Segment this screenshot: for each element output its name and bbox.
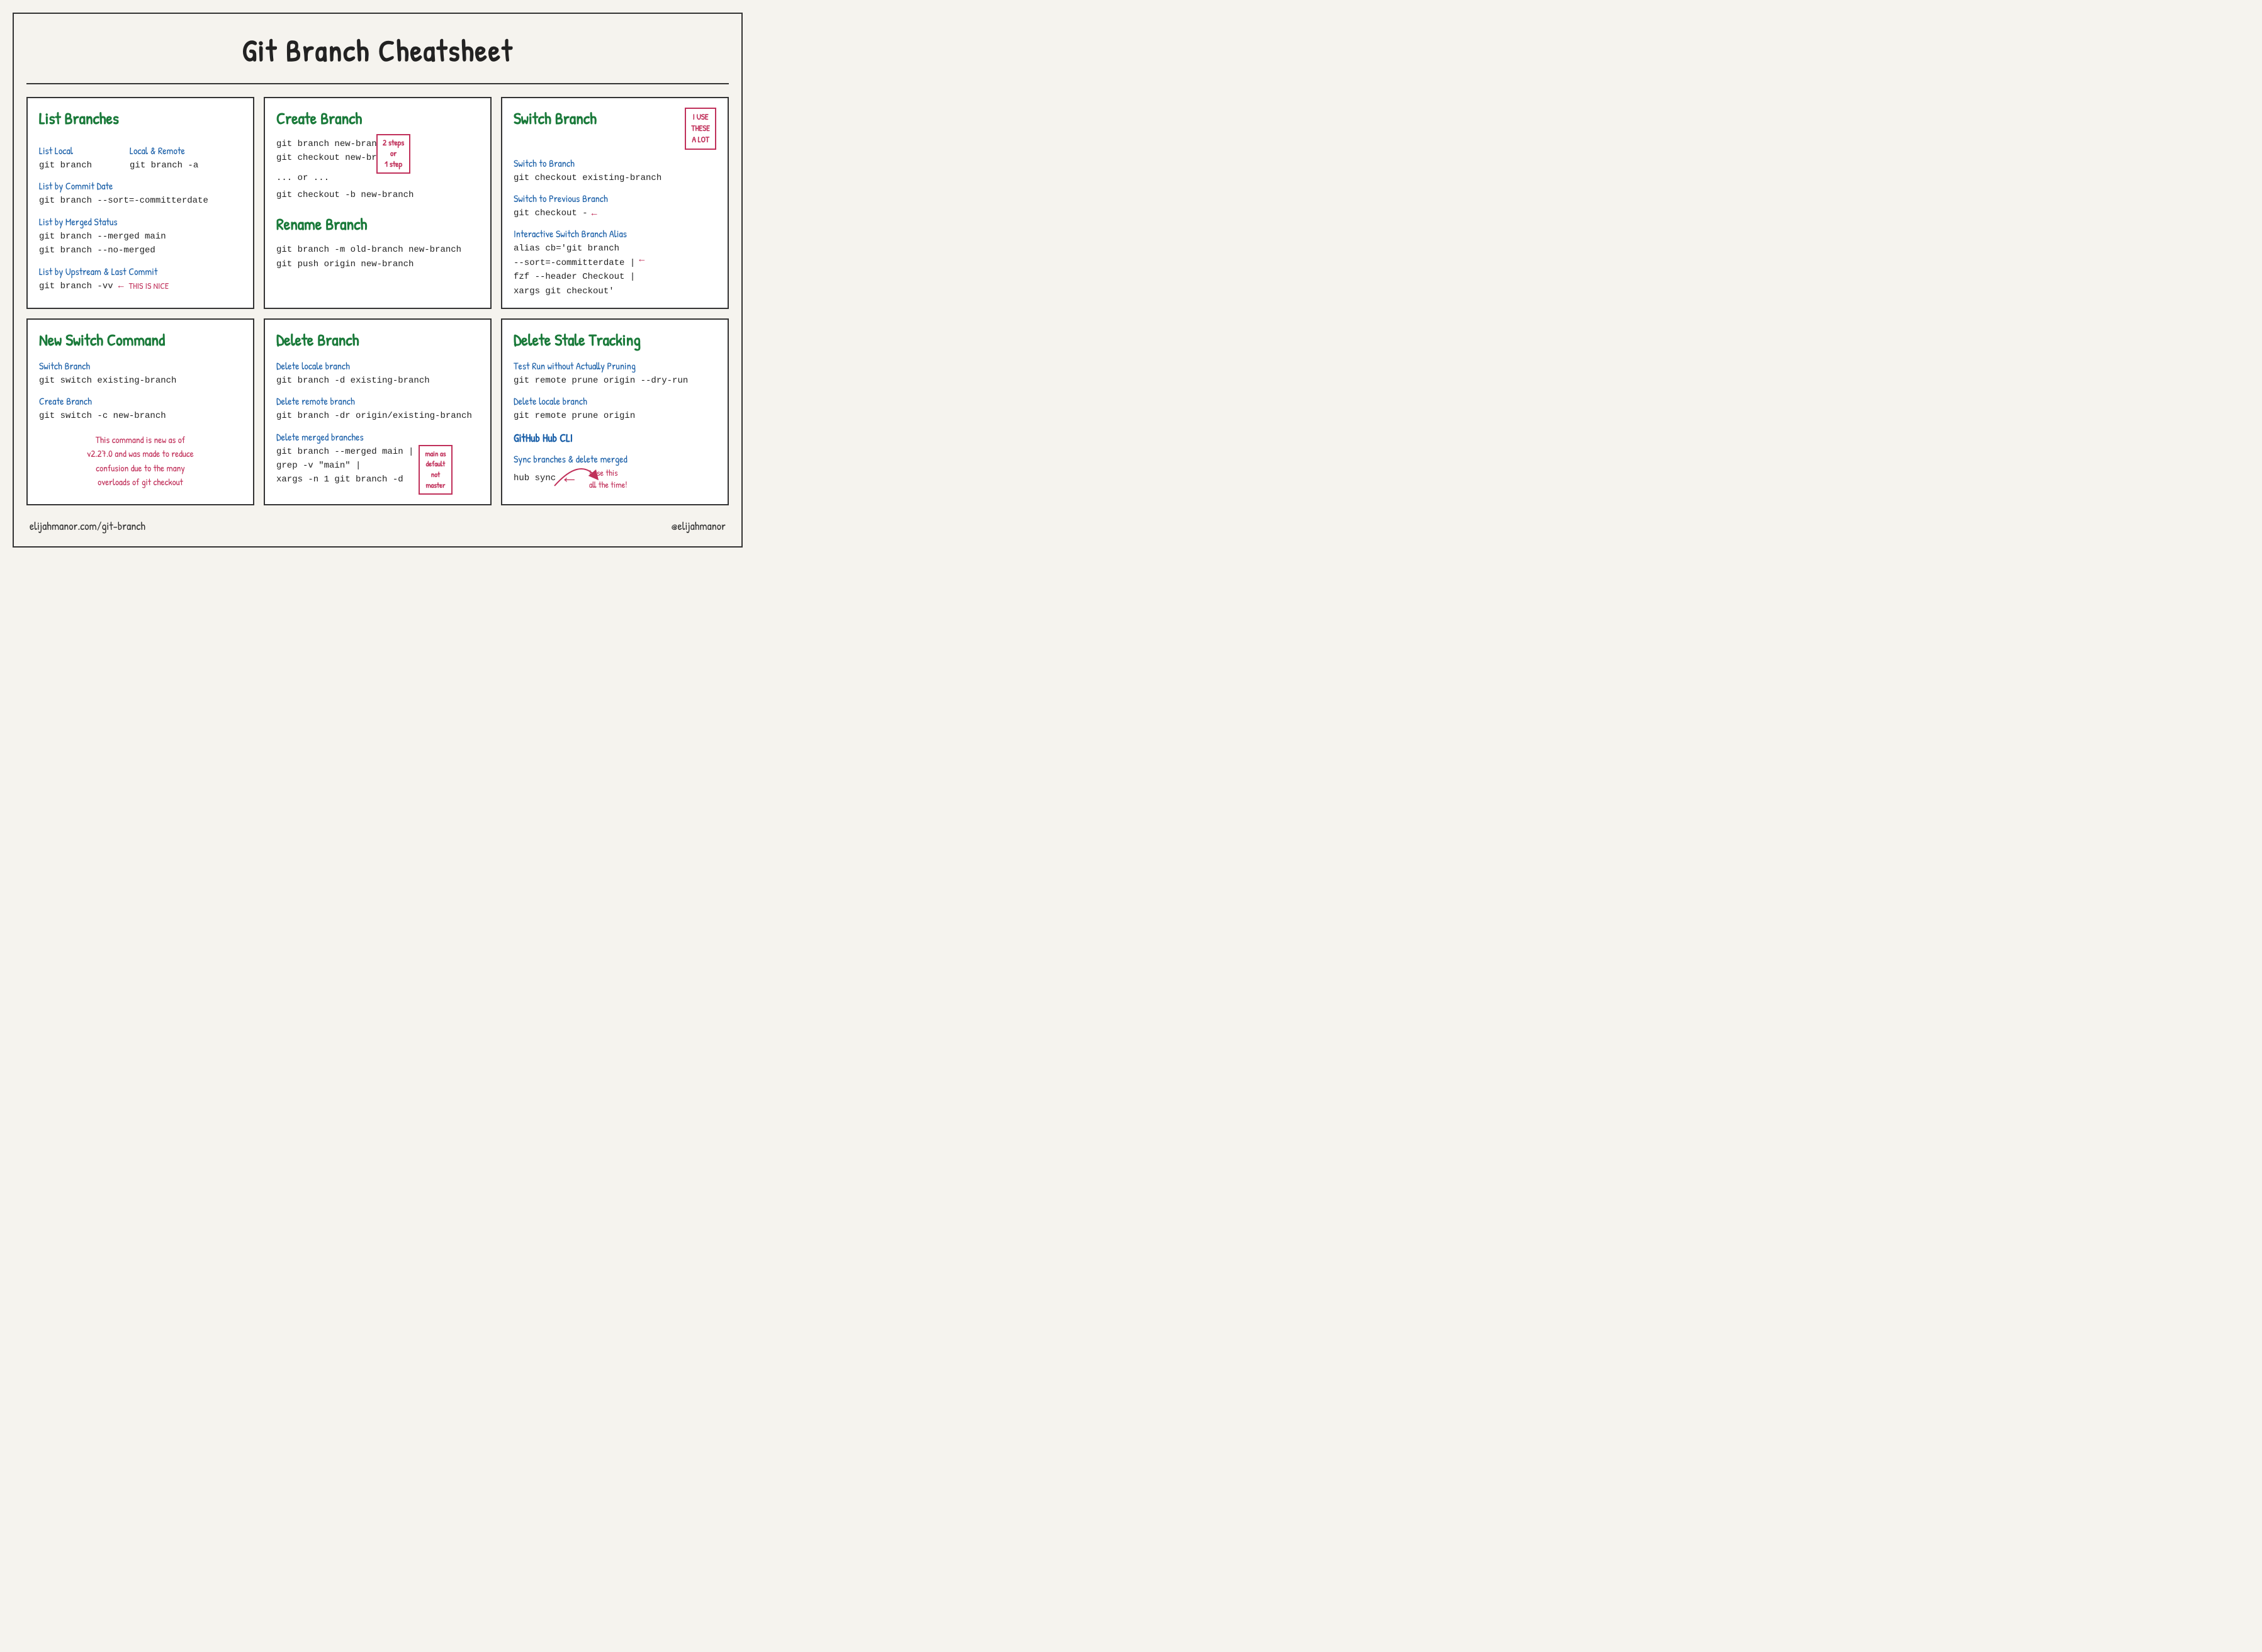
delete-merged-label: Delete merged branches bbox=[276, 430, 479, 444]
rename-code2: git push origin new-branch bbox=[276, 257, 479, 271]
delete-remote-code: git branch -dr origin/existing-branch bbox=[276, 409, 479, 423]
list-local-code: git branch bbox=[39, 159, 92, 172]
switch-to-branch-code: git checkout existing-branch bbox=[514, 171, 716, 185]
new-switch-title: New Switch Command bbox=[39, 329, 242, 351]
delete-remote-label: Delete remote branch bbox=[276, 394, 479, 408]
card-delete-stale: Delete Stale Tracking Test Run without A… bbox=[501, 318, 729, 505]
list-upstream-label: List by Upstream & Last Commit bbox=[39, 264, 242, 278]
create-branch-title: Create Branch bbox=[276, 108, 479, 130]
list-upstream-code: git branch -vv bbox=[39, 279, 113, 293]
delete-merged-code3: xargs -n 1 git branch -d bbox=[276, 473, 414, 486]
delete-local-label: Delete locale branch bbox=[276, 359, 479, 373]
list-remote-code: git branch -a bbox=[130, 159, 198, 172]
nice-annotation: THIS IS NICE bbox=[129, 280, 169, 292]
card-switch-branch: Switch Branch I USE THESE A LOT Switch t… bbox=[501, 97, 729, 309]
alias-code4: xargs git checkout' bbox=[514, 284, 635, 298]
switch-branch-sub-label: Switch Branch bbox=[39, 359, 242, 373]
switch-prev-label: Switch to Previous Branch bbox=[514, 191, 716, 205]
github-cli-label: GitHub Hub CLI bbox=[514, 430, 716, 446]
hub-sync-curved-arrow bbox=[548, 464, 599, 489]
switch-branch-sub-code: git switch existing-branch bbox=[39, 374, 242, 388]
interactive-alias-label: Interactive Switch Branch Alias bbox=[514, 227, 716, 240]
list-branches-title: List Branches bbox=[39, 108, 242, 130]
new-switch-note: This command is new as of v2.27.0 and wa… bbox=[39, 433, 242, 490]
list-by-date-label: List by Commit Date bbox=[39, 179, 242, 193]
delete-merged-code2: grep -v "main" | bbox=[276, 459, 414, 473]
arrow-left-icon: ← bbox=[118, 281, 124, 291]
main-grid: List Branches List Local git branch Loca… bbox=[26, 97, 729, 505]
list-by-date-code: git branch --sort=-committerdate bbox=[39, 194, 242, 208]
delete-branch-title: Delete Branch bbox=[276, 329, 479, 351]
list-merged-label: List by Merged Status bbox=[39, 215, 242, 228]
prev-branch-arrow-icon: ← bbox=[592, 208, 597, 219]
card-new-switch: New Switch Command Switch Branch git swi… bbox=[26, 318, 254, 505]
switch-branch-title: Switch Branch bbox=[514, 108, 597, 130]
page-title: Git Branch Cheatsheet bbox=[26, 20, 729, 84]
delete-locale-label: Delete locale branch bbox=[514, 394, 716, 408]
alias-code1: alias cb='git branch bbox=[514, 242, 635, 256]
test-run-code: git remote prune origin --dry-run bbox=[514, 374, 716, 388]
test-run-label: Test Run without Actually Pruning bbox=[514, 359, 716, 373]
i-use-these-badge: I USE THESE A LOT bbox=[685, 108, 716, 150]
delete-merged-code1: git branch --merged main | bbox=[276, 445, 414, 459]
list-merged-code1: git branch --merged main bbox=[39, 230, 242, 244]
create-branch-sub-code: git switch -c new-branch bbox=[39, 409, 242, 423]
main-default-annotation: main as default not master bbox=[419, 445, 452, 495]
footer-left: elijahmanor.com/git-branch bbox=[30, 518, 145, 534]
delete-locale-code: git remote prune origin bbox=[514, 409, 716, 423]
alias-code3: fzf --header Checkout | bbox=[514, 270, 635, 284]
delete-stale-title: Delete Stale Tracking bbox=[514, 329, 716, 351]
list-merged-code2: git branch --no-merged bbox=[39, 244, 242, 257]
alias-code2: --sort=-committerdate | bbox=[514, 256, 635, 270]
switch-to-branch-label: Switch to Branch bbox=[514, 156, 716, 170]
rename-code1: git branch -m old-branch new-branch bbox=[276, 243, 479, 257]
steps-annotation: 2 steps or 1 step bbox=[376, 134, 410, 174]
delete-local-code: git branch -d existing-branch bbox=[276, 374, 479, 388]
sync-branches-label: Sync branches & delete merged bbox=[514, 452, 716, 466]
footer-right: @elijahmanor bbox=[672, 518, 726, 534]
card-list-branches: List Branches List Local git branch Loca… bbox=[26, 97, 254, 309]
card-delete-branch: Delete Branch Delete locale branch git b… bbox=[264, 318, 492, 505]
rename-branch-title: Rename Branch bbox=[276, 213, 479, 235]
list-remote-label: Local & Remote bbox=[130, 143, 198, 157]
create-branch-sub-label: Create Branch bbox=[39, 394, 242, 408]
card-create-branch: Create Branch git branch new-branch git … bbox=[264, 97, 492, 309]
create-code3: git checkout -b new-branch bbox=[276, 188, 479, 202]
alias-arrow-icon: ← bbox=[639, 254, 644, 265]
list-local-label: List Local bbox=[39, 143, 92, 157]
or-text: ... or ... bbox=[276, 173, 479, 183]
switch-prev-code: git checkout - bbox=[514, 206, 588, 220]
page: Git Branch Cheatsheet List Branches List… bbox=[13, 13, 743, 548]
footer: elijahmanor.com/git-branch @elijahmanor bbox=[26, 518, 729, 534]
